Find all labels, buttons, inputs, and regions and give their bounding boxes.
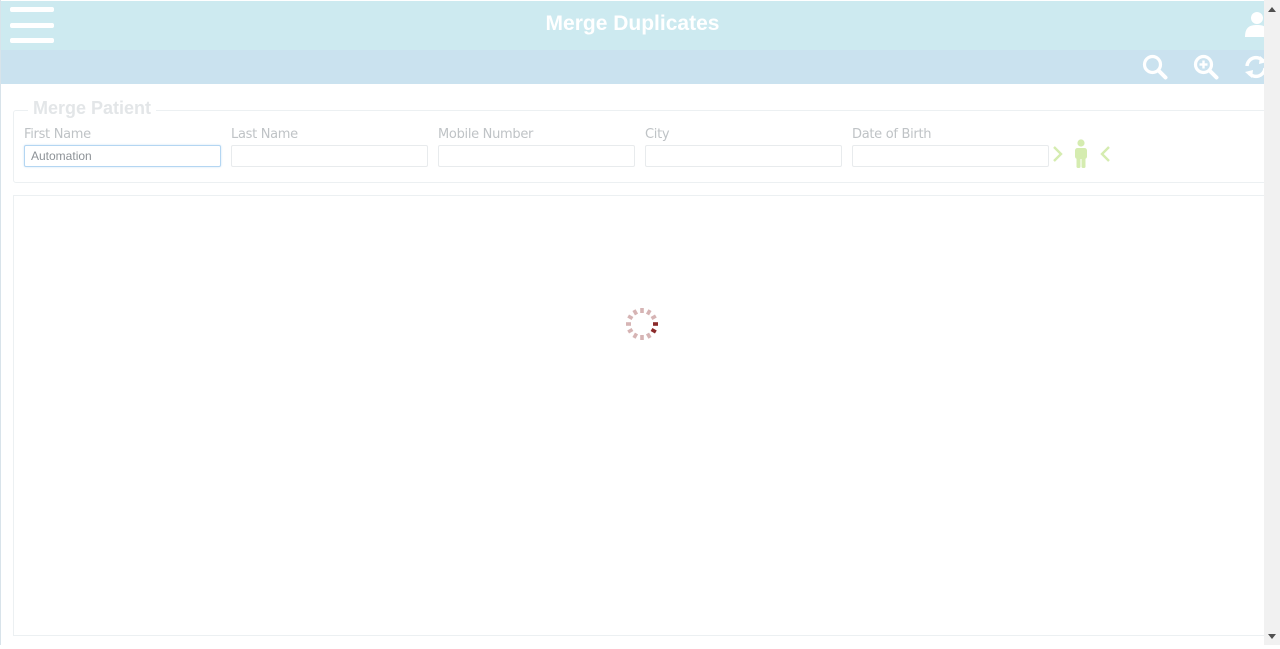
spinner-segment <box>645 332 652 339</box>
chevron-right-icon[interactable] <box>1051 145 1065 163</box>
city-input[interactable] <box>645 145 842 167</box>
spinner-segment <box>632 332 639 339</box>
spinner-segment <box>627 314 634 321</box>
mobile-number-input[interactable] <box>438 145 635 167</box>
last-name-input[interactable] <box>231 145 428 167</box>
scroll-up-arrow-icon[interactable] <box>1264 2 1280 16</box>
spinner-segment <box>632 309 639 316</box>
vertical-scrollbar[interactable] <box>1264 0 1280 645</box>
city-label: City <box>645 127 670 142</box>
zoom-in-icon[interactable] <box>1192 53 1220 81</box>
toolbar <box>1 50 1264 84</box>
user-icon[interactable] <box>1242 11 1266 37</box>
refresh-icon[interactable] <box>1242 53 1264 81</box>
spinner-segment <box>627 327 634 334</box>
panel-legend: Merge Patient <box>28 98 157 119</box>
chevron-left-icon[interactable] <box>1098 145 1112 163</box>
mobile-number-label: Mobile Number <box>438 127 534 142</box>
spinner-segment <box>650 327 657 334</box>
first-name-input[interactable] <box>24 145 221 167</box>
scroll-down-arrow-icon[interactable] <box>1264 630 1280 644</box>
date-of-birth-input[interactable] <box>852 145 1049 167</box>
date-of-birth-label: Date of Birth <box>852 127 932 142</box>
person-icon[interactable] <box>1070 139 1092 169</box>
search-icon[interactable] <box>1141 53 1169 81</box>
results-panel <box>13 195 1273 636</box>
spinner-segment <box>645 309 652 316</box>
spinner-segment <box>650 314 657 321</box>
first-name-label: First Name <box>24 127 91 142</box>
header-bar: Merge Duplicates <box>1 1 1266 50</box>
loading-spinner-icon <box>625 307 659 341</box>
last-name-label: Last Name <box>231 127 298 142</box>
page-title: Merge Duplicates <box>545 12 720 35</box>
